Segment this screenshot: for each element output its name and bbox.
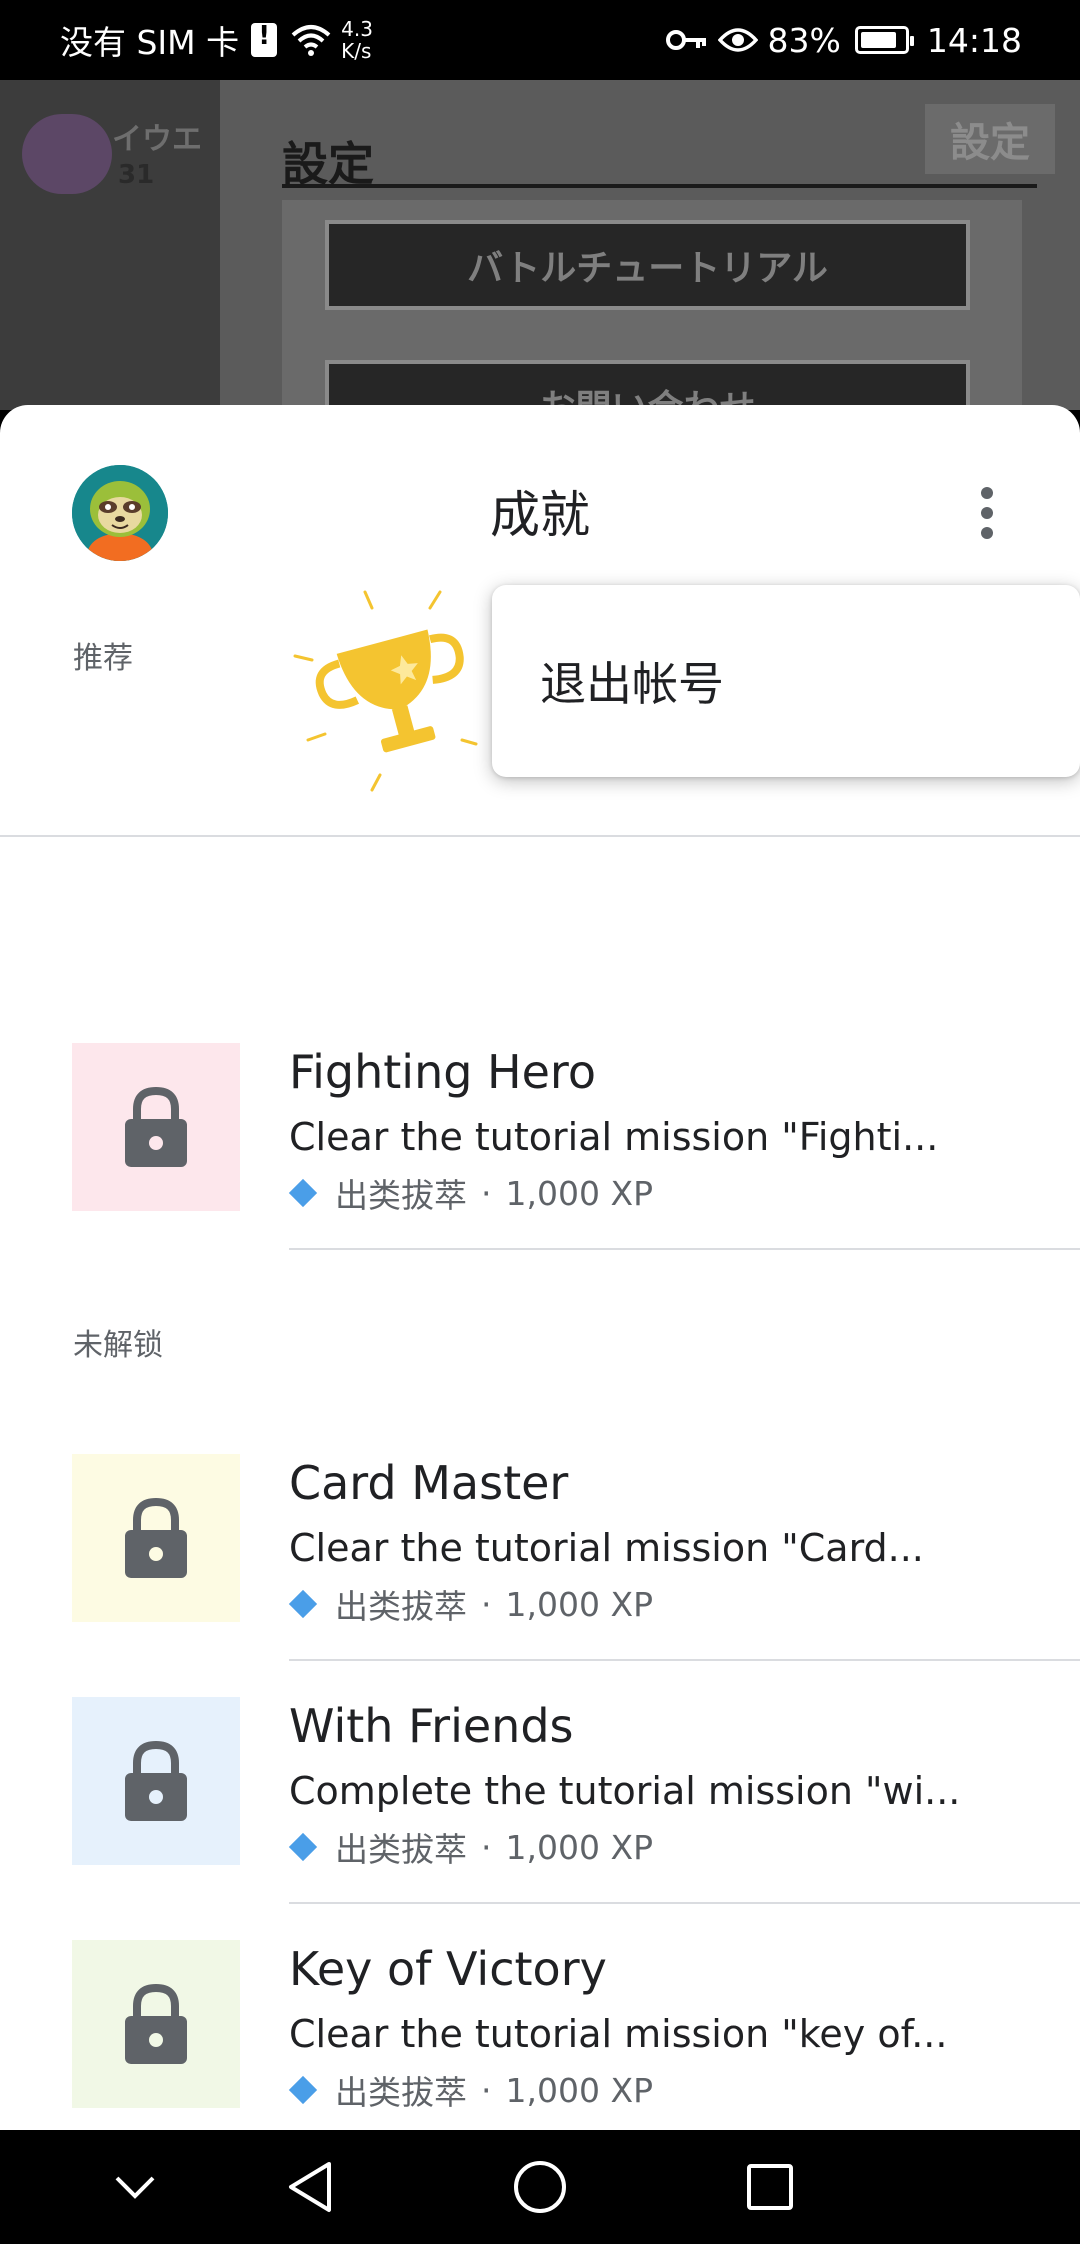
achievement-meta: 出类拔萃 · 1,000 XP bbox=[288, 2066, 653, 2114]
nav-back-button[interactable] bbox=[275, 2152, 345, 2222]
item-divider bbox=[289, 1659, 1080, 1661]
achievement-name: Fighting Hero bbox=[289, 1045, 596, 1099]
status-bar: 没有 SIM 卡 4.3 K/s 83% 14:18 bbox=[0, 0, 1080, 80]
header-divider bbox=[0, 835, 1080, 837]
achievement-description: Complete the tutorial mission "wi... bbox=[289, 1769, 961, 1813]
nav-home-button[interactable] bbox=[505, 2152, 575, 2222]
game-settings-button: 設定 bbox=[925, 104, 1055, 174]
back-triangle-icon bbox=[289, 2162, 331, 2212]
game-battle-tutorial-button: バトルチュートリアル bbox=[325, 220, 970, 310]
achievement-item-card-master[interactable]: Card Master Clear the tutorial mission "… bbox=[0, 1454, 1080, 1626]
nav-recents-button[interactable] bbox=[735, 2152, 805, 2222]
overflow-popup-menu: 退出帐号 bbox=[492, 585, 1080, 777]
section-label-recommended: 推荐 bbox=[73, 641, 133, 676]
meta-separator: · bbox=[481, 1827, 492, 1867]
item-divider bbox=[289, 1902, 1080, 1904]
network-speed-unit: K/s bbox=[341, 39, 372, 63]
game-player-avatar bbox=[22, 114, 112, 194]
diamond-icon bbox=[288, 2075, 318, 2105]
network-speed: 4.3 K/s bbox=[341, 18, 373, 62]
achievement-description: Clear the tutorial mission "Fighti... bbox=[289, 1115, 939, 1159]
diamond-icon bbox=[288, 1832, 318, 1862]
wifi-icon bbox=[291, 25, 331, 56]
achievement-meta: 出类拔萃 · 1,000 XP bbox=[288, 1823, 653, 1871]
achievement-rarity: 出类拔萃 bbox=[335, 2073, 467, 2112]
game-contact-button: お問い合わせ bbox=[325, 360, 970, 410]
diamond-icon bbox=[288, 1178, 318, 1208]
diamond-icon bbox=[288, 1589, 318, 1619]
achievement-meta: 出类拔萃 · 1,000 XP bbox=[288, 1169, 653, 1217]
menu-item-sign-out[interactable]: 退出帐号 bbox=[540, 585, 724, 777]
system-navigation-bar bbox=[0, 2130, 1080, 2244]
more-vert-icon[interactable] bbox=[980, 487, 994, 539]
home-circle-icon bbox=[514, 2161, 566, 2213]
battery-fill bbox=[860, 32, 896, 48]
carrier-text: 没有 SIM 卡 bbox=[60, 23, 240, 62]
game-title-underline bbox=[282, 184, 1037, 188]
achievement-thumbnail bbox=[72, 1454, 240, 1622]
lock-icon bbox=[125, 1740, 187, 1821]
battery-icon bbox=[854, 26, 914, 54]
recents-square-icon bbox=[747, 2164, 793, 2210]
achievement-item-key-of-victory[interactable]: Key of Victory Clear the tutorial missio… bbox=[0, 1940, 1080, 2112]
achievement-item-with-friends[interactable]: With Friends Complete the tutorial missi… bbox=[0, 1697, 1080, 1869]
section-label-locked: 未解锁 bbox=[73, 1328, 163, 1363]
sim-alert-icon bbox=[251, 21, 278, 57]
achievement-xp: 1,000 XP bbox=[505, 2070, 653, 2110]
item-divider bbox=[289, 1248, 1080, 1250]
vpn-key-icon bbox=[665, 30, 706, 50]
achievement-rarity: 出类拔萃 bbox=[335, 1587, 467, 1626]
status-bar-right: 83% 14:18 bbox=[665, 0, 1022, 80]
achievement-name: Card Master bbox=[289, 1456, 569, 1510]
lock-icon bbox=[125, 1086, 187, 1167]
chevron-down-icon bbox=[115, 2176, 155, 2199]
meta-separator: · bbox=[481, 1584, 492, 1624]
battery-percent: 83% bbox=[767, 20, 841, 60]
network-speed-value: 4.3 bbox=[341, 17, 373, 41]
achievement-thumbnail bbox=[72, 1043, 240, 1211]
meta-separator: · bbox=[481, 2070, 492, 2110]
lock-icon bbox=[125, 1497, 187, 1578]
meta-separator: · bbox=[481, 1173, 492, 1213]
achievement-rarity: 出类拔萃 bbox=[335, 1176, 467, 1215]
achievement-name: With Friends bbox=[289, 1699, 574, 1753]
achievement-description: Clear the tutorial mission "key of... bbox=[289, 2012, 948, 2056]
background-game-screen: イウエ 31 設定 設定 バトルチュートリアル お問い合わせ bbox=[0, 80, 1080, 410]
clock: 14:18 bbox=[926, 20, 1022, 60]
achievement-name: Key of Victory bbox=[289, 1942, 607, 1996]
status-bar-left: 没有 SIM 卡 4.3 K/s bbox=[60, 0, 373, 80]
eye-icon bbox=[717, 28, 758, 52]
game-player-name: イウエ bbox=[112, 122, 202, 157]
sheet-title: 成就 bbox=[490, 486, 590, 544]
game-player-level: 31 bbox=[118, 160, 155, 190]
achievement-description: Clear the tutorial mission "Card... bbox=[289, 1526, 924, 1570]
achievement-thumbnail bbox=[72, 1697, 240, 1865]
lock-icon bbox=[125, 1983, 187, 2064]
achievement-xp: 1,000 XP bbox=[505, 1827, 653, 1867]
achievement-meta: 出类拔萃 · 1,000 XP bbox=[288, 1580, 653, 1628]
trophy-icon bbox=[293, 590, 478, 792]
nav-hide-keyboard-button[interactable] bbox=[100, 2152, 170, 2222]
achievement-item-fighting-hero[interactable]: Fighting Hero Clear the tutorial mission… bbox=[0, 1043, 1080, 1215]
achievement-xp: 1,000 XP bbox=[505, 1584, 653, 1624]
achievement-rarity: 出类拔萃 bbox=[335, 1830, 467, 1869]
achievement-xp: 1,000 XP bbox=[505, 1173, 653, 1213]
achievement-thumbnail bbox=[72, 1940, 240, 2108]
